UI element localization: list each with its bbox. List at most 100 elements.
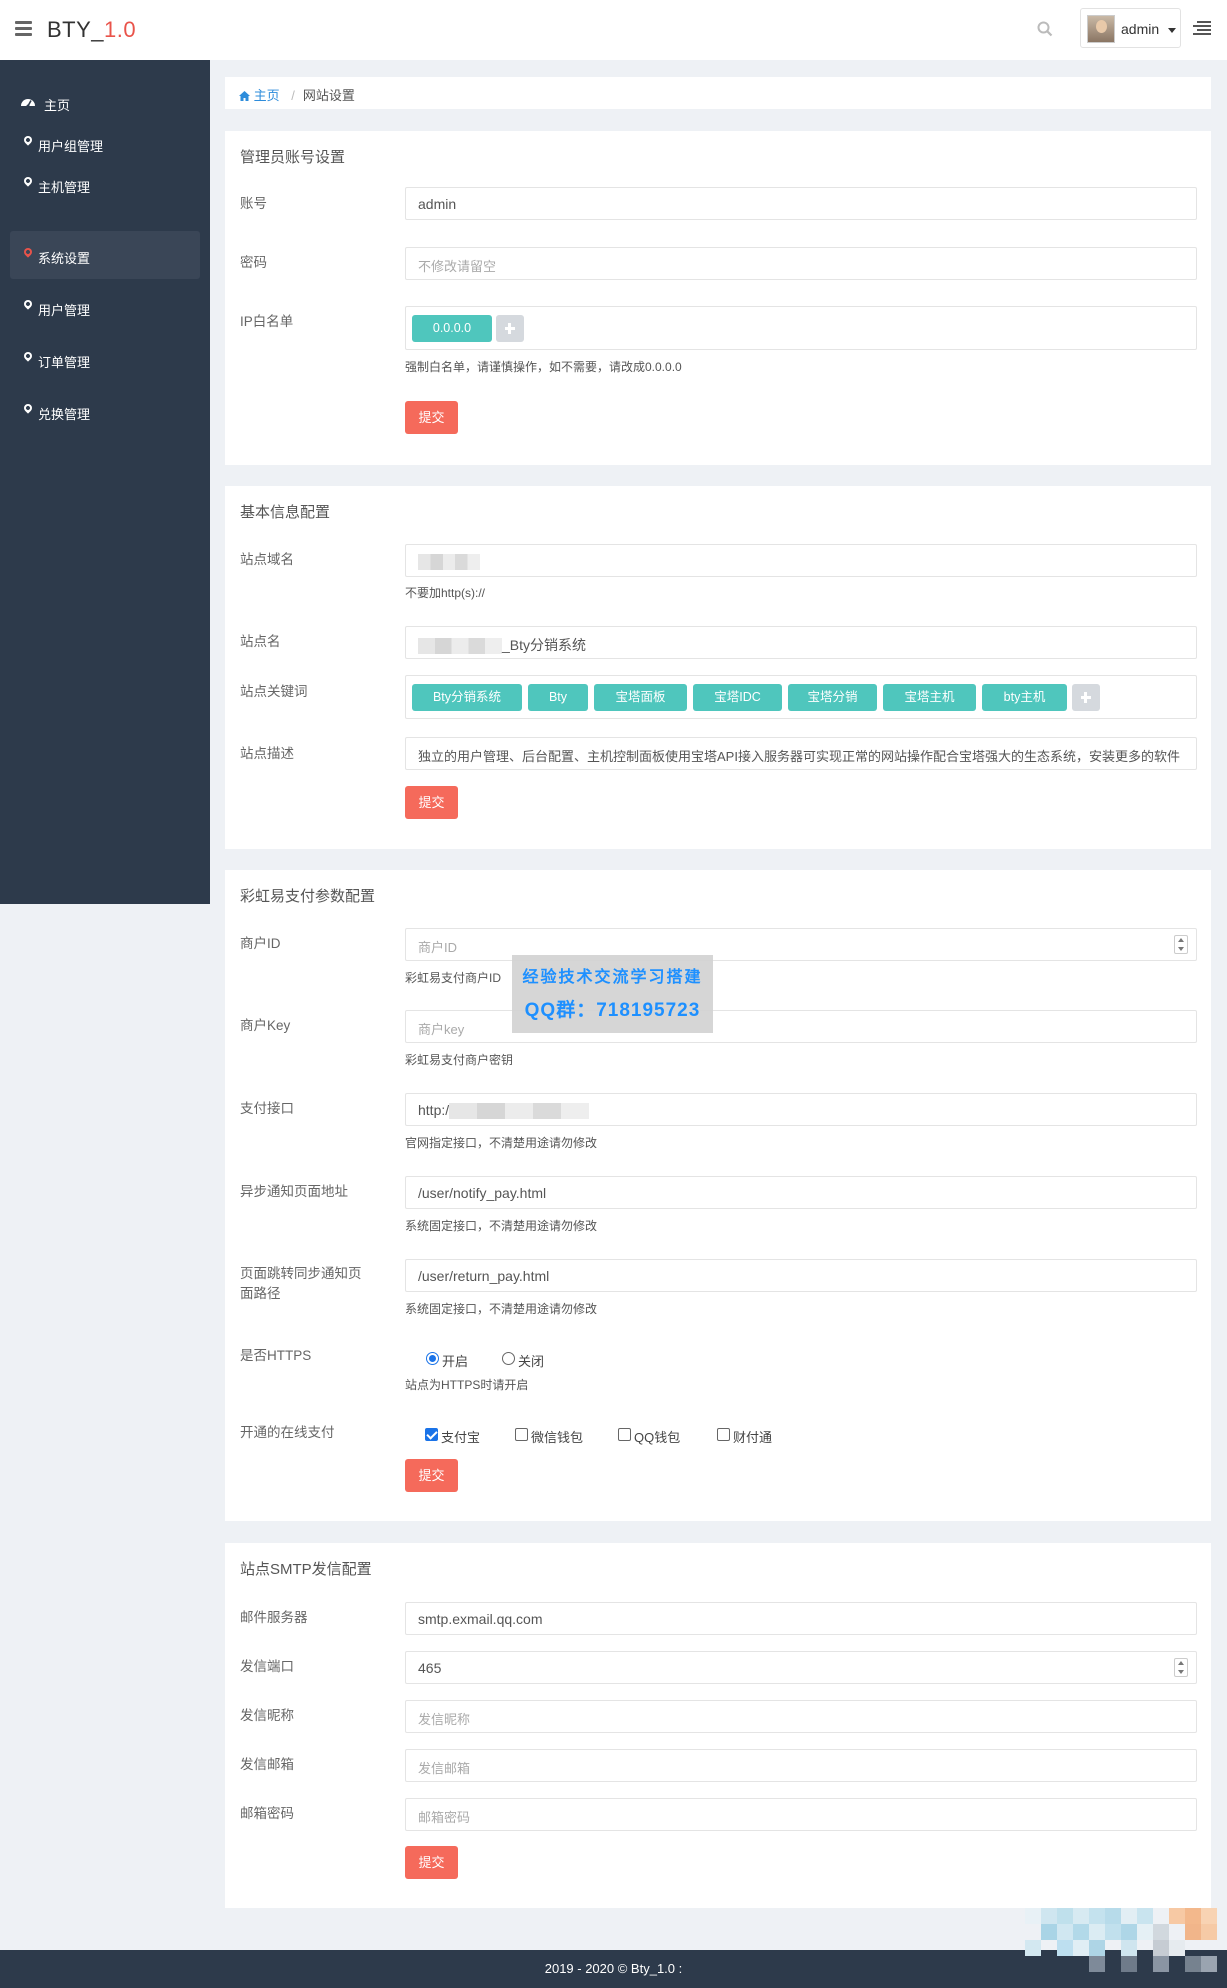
sender-nickname-input[interactable]: 发信昵称 bbox=[405, 1700, 1197, 1733]
panel-title: 彩虹易支付参数配置 bbox=[240, 888, 376, 905]
watermark-line2: QQ群：718195723 bbox=[524, 1000, 701, 1021]
brand-logo[interactable]: BTY_1.0 bbox=[47, 17, 136, 43]
basic-info-panel: 基本信息配置 站点域名 不要加http(s):// 站点名 _Bty分销系统 站… bbox=[225, 486, 1211, 849]
search-icon[interactable] bbox=[1036, 20, 1054, 38]
brand-version: 1.0 bbox=[104, 17, 137, 42]
site-description-input[interactable]: 独立的用户管理、后台配置、主机控制面板使用宝塔API接入服务器可实现正常的网站操… bbox=[405, 737, 1197, 770]
site-description-label: 站点描述 bbox=[240, 746, 294, 761]
ip-whitelist-tags[interactable]: 0.0.0.0 bbox=[405, 306, 1197, 350]
sidebar-item-orders[interactable]: 订单管理 bbox=[10, 335, 200, 383]
spinner-icon[interactable] bbox=[1174, 1658, 1188, 1677]
email-password-input[interactable]: 邮箱密码 bbox=[405, 1798, 1197, 1831]
plus-icon[interactable] bbox=[496, 315, 524, 342]
https-help: 站点为HTTPS时请开启 bbox=[405, 1378, 529, 1392]
wechat-checkbox[interactable] bbox=[515, 1428, 528, 1441]
spinner-icon[interactable] bbox=[1174, 935, 1188, 954]
payment-api-help: 官网指定接口，不清楚用途请勿修改 bbox=[405, 1136, 598, 1150]
keyword-tag[interactable]: Bty分销系统 bbox=[412, 684, 522, 711]
sidebar-item-label: 订单管理 bbox=[38, 355, 91, 370]
qq-wallet-checkbox[interactable] bbox=[618, 1428, 631, 1441]
sidebar-item-label: 用户组管理 bbox=[38, 139, 104, 154]
sidebar-item-hosts[interactable]: 主机管理 bbox=[10, 160, 200, 208]
alipay-label[interactable]: 支付宝 bbox=[441, 1427, 480, 1446]
sidebar-item-users[interactable]: 用户管理 bbox=[10, 283, 200, 331]
https-off-label[interactable]: 关闭 bbox=[518, 1351, 544, 1370]
payment-config-panel: 彩虹易支付参数配置 商户ID 商户ID 彩虹易支付商户ID 商户Key 商户ke… bbox=[225, 870, 1211, 1521]
username: admin bbox=[1121, 21, 1160, 37]
sidebar-item-label: 兑换管理 bbox=[38, 407, 91, 422]
online-payment-label: 开通的在线支付 bbox=[240, 1425, 335, 1440]
map-marker-icon bbox=[20, 350, 36, 367]
site-name-input[interactable]: _Bty分销系统 bbox=[405, 626, 1197, 659]
wechat-label[interactable]: 微信钱包 bbox=[531, 1427, 583, 1446]
keyword-tag[interactable]: 宝塔面板 bbox=[594, 684, 687, 711]
blurred-prefix bbox=[418, 638, 502, 655]
submit-button[interactable]: 提交 bbox=[405, 1459, 458, 1492]
return-url-input[interactable]: /user/return_pay.html bbox=[405, 1259, 1197, 1292]
payment-api-value: http:/ bbox=[418, 1102, 450, 1118]
payment-api-input[interactable]: http:/ bbox=[405, 1093, 1197, 1126]
submit-button[interactable]: 提交 bbox=[405, 1846, 458, 1879]
map-marker-icon bbox=[20, 298, 36, 315]
merchant-key-help: 彩虹易支付商户密钥 bbox=[405, 1053, 514, 1067]
plus-icon[interactable] bbox=[1072, 684, 1100, 711]
sender-email-input[interactable]: 发信邮箱 bbox=[405, 1749, 1197, 1782]
submit-button[interactable]: 提交 bbox=[405, 786, 458, 819]
https-label: 是否HTTPS bbox=[240, 1348, 312, 1363]
pixelated-overlay bbox=[1025, 1908, 1227, 1976]
https-on-label[interactable]: 开启 bbox=[442, 1351, 468, 1370]
sidebar-item-settings[interactable]: 系统设置 bbox=[10, 231, 200, 279]
https-on-radio[interactable] bbox=[426, 1352, 439, 1365]
keyword-tag[interactable]: 宝塔主机 bbox=[883, 684, 976, 711]
notify-url-input[interactable]: /user/notify_pay.html bbox=[405, 1176, 1197, 1209]
alipay-checkbox[interactable] bbox=[425, 1428, 438, 1441]
ip-tag[interactable]: 0.0.0.0 bbox=[412, 315, 492, 342]
site-domain-input[interactable] bbox=[405, 544, 1197, 577]
keyword-tag[interactable]: bty主机 bbox=[982, 684, 1067, 711]
account-input[interactable]: admin bbox=[405, 187, 1197, 220]
password-input[interactable]: 不修改请留空 bbox=[405, 247, 1197, 280]
ip-whitelist-label: IP白名单 bbox=[240, 314, 294, 329]
https-off-radio[interactable] bbox=[502, 1352, 515, 1365]
payment-api-label: 支付接口 bbox=[240, 1101, 294, 1116]
keyword-tag[interactable]: 宝塔IDC bbox=[693, 684, 782, 711]
submit-button[interactable]: 提交 bbox=[405, 401, 458, 434]
site-name-value: _Bty分销系统 bbox=[502, 637, 587, 653]
sidebar-item-label: 主页 bbox=[44, 98, 71, 113]
site-keywords-tags[interactable]: Bty分销系统 Bty 宝塔面板 宝塔IDC 宝塔分销 宝塔主机 bty主机 bbox=[405, 675, 1197, 719]
breadcrumb-home-label: 主页 bbox=[253, 88, 280, 103]
dashboard-icon bbox=[21, 99, 35, 108]
smtp-port-label: 发信端口 bbox=[240, 1659, 294, 1674]
smtp-server-input[interactable]: smtp.exmail.qq.com bbox=[405, 1602, 1197, 1635]
tenpay-label[interactable]: 财付通 bbox=[733, 1427, 772, 1446]
smtp-config-panel: 站点SMTP发信配置 邮件服务器 smtp.exmail.qq.com 发信端口… bbox=[225, 1543, 1211, 1908]
blurred-url bbox=[449, 1103, 590, 1120]
password-label: 密码 bbox=[240, 255, 267, 270]
keyword-tag[interactable]: 宝塔分销 bbox=[788, 684, 877, 711]
qq-wallet-label[interactable]: QQ钱包 bbox=[634, 1427, 680, 1446]
sender-email-label: 发信邮箱 bbox=[240, 1757, 294, 1772]
merchant-id-placeholder: 商户ID bbox=[418, 940, 458, 955]
list-menu-icon[interactable] bbox=[1193, 21, 1211, 37]
sidebar-item-label: 系统设置 bbox=[38, 251, 91, 266]
sidebar-item-redeem[interactable]: 兑换管理 bbox=[10, 387, 200, 435]
panel-title: 基本信息配置 bbox=[240, 504, 331, 521]
breadcrumb-current: 网站设置 bbox=[302, 88, 355, 103]
breadcrumb-home[interactable]: 主页 bbox=[239, 88, 283, 103]
breadcrumb: 主页 / 网站设置 bbox=[225, 77, 1211, 109]
notify-url-label: 异步通知页面地址 bbox=[240, 1184, 348, 1199]
menu-icon[interactable] bbox=[15, 21, 32, 37]
blurred-domain bbox=[418, 554, 480, 571]
home-icon bbox=[239, 91, 250, 101]
map-marker-icon bbox=[20, 402, 36, 419]
avatar bbox=[1087, 15, 1115, 43]
merchant-id-label: 商户ID bbox=[240, 936, 281, 951]
return-url-label-line2: 面路径 bbox=[240, 1286, 281, 1301]
keyword-tag[interactable]: Bty bbox=[528, 684, 588, 711]
smtp-port-input[interactable]: 465 bbox=[405, 1651, 1197, 1684]
notify-url-help: 系统固定接口，不清楚用途请勿修改 bbox=[405, 1219, 598, 1233]
tenpay-checkbox[interactable] bbox=[717, 1428, 730, 1441]
caret-down-icon bbox=[1168, 28, 1176, 33]
domain-help-text: 不要加http(s):// bbox=[405, 586, 486, 600]
user-dropdown[interactable]: admin bbox=[1080, 8, 1181, 48]
